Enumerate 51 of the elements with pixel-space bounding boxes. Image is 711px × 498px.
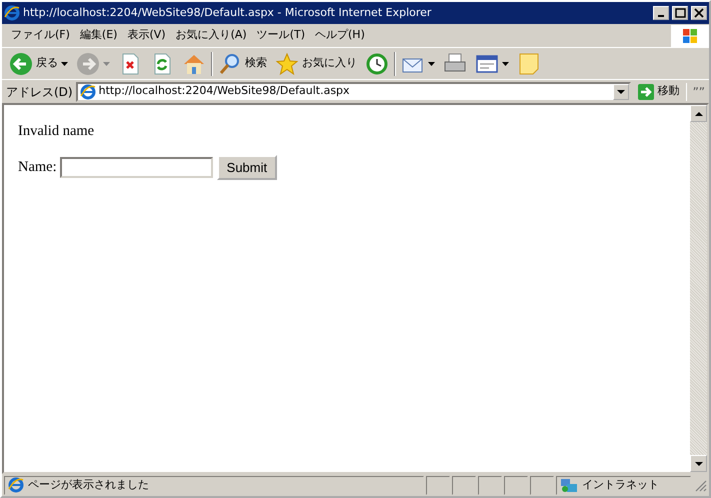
down-arrow-icon [694, 462, 702, 466]
menu-item[interactable]: 編集(E) [74, 25, 122, 46]
history-icon [365, 52, 389, 76]
menu-item[interactable]: ツール(T) [252, 25, 310, 46]
caret-icon[interactable] [428, 62, 435, 66]
zone-text: イントラネット [582, 476, 659, 493]
vertical-scrollbar[interactable] [690, 105, 707, 472]
name-field[interactable] [60, 157, 213, 178]
page-icon [8, 477, 24, 493]
scroll-up-button[interactable] [690, 105, 707, 122]
caret-icon[interactable] [61, 62, 68, 66]
caret-icon [616, 90, 625, 94]
submit-button[interactable]: Submit [216, 154, 278, 180]
resize-grip-icon[interactable] [693, 478, 707, 492]
status-pane [452, 476, 476, 494]
back-button[interactable]: 戻る [6, 50, 71, 78]
menu-item[interactable]: 表示(V) [122, 25, 171, 46]
menu-item[interactable]: ファイル(F) [6, 25, 75, 46]
links-chevron[interactable]: ”” [686, 82, 705, 100]
menu-item[interactable]: お気に入り(A) [170, 25, 252, 46]
address-field[interactable]: http://localhost:2204/WebSite98/Default.aspx [76, 82, 631, 102]
go-button[interactable]: 移動 [634, 80, 683, 102]
page-icon [80, 84, 96, 100]
status-text: ページが表示されました [28, 476, 149, 493]
search-icon [218, 52, 242, 76]
up-arrow-icon [694, 112, 702, 116]
favorites-button[interactable]: お気に入り [272, 50, 360, 78]
caret-icon[interactable] [502, 62, 509, 66]
minimize-icon [658, 15, 664, 17]
star-icon [275, 52, 299, 76]
address-label: アドレス(D) [6, 84, 73, 100]
maximize-icon [674, 8, 686, 18]
maximize-button[interactable] [672, 6, 688, 20]
browser-icon [4, 5, 20, 21]
status-pane [426, 476, 450, 494]
network-icon [560, 477, 578, 493]
dropdown-button[interactable] [612, 84, 629, 100]
error-message: Invalid name [18, 122, 96, 141]
status-pane [504, 476, 528, 494]
windows-logo-icon [681, 26, 699, 44]
minimize-button[interactable] [653, 6, 669, 20]
note-icon [517, 52, 541, 76]
search-button[interactable]: 検索 [215, 50, 270, 78]
close-icon [693, 8, 705, 18]
status-pane [478, 476, 502, 494]
name-label: Name: [18, 158, 57, 177]
menu-item[interactable]: ヘルプ(H) [310, 25, 370, 46]
close-button[interactable] [691, 6, 707, 20]
scroll-down-button[interactable] [690, 455, 707, 472]
status-pane [530, 476, 554, 494]
window-title: http://localhost:2204/WebSite98/Default.aspx - Microsoft Internet Explorer [23, 4, 432, 21]
